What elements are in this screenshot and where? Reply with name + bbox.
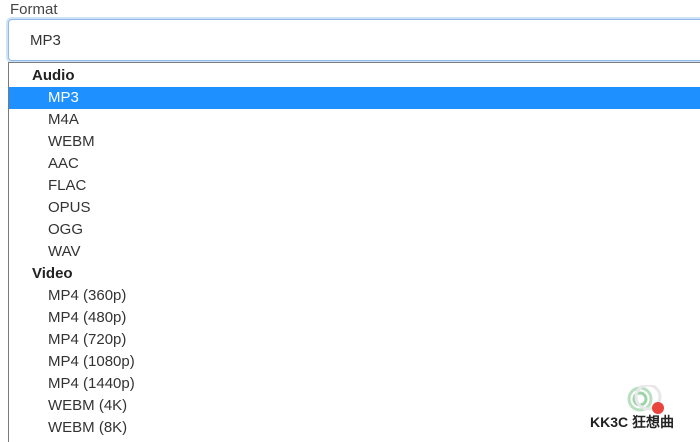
format-label: Format: [10, 1, 58, 18]
format-select[interactable]: MP3: [8, 19, 700, 61]
format-option[interactable]: WAV: [9, 241, 700, 263]
format-option[interactable]: MP4 (720p): [9, 329, 700, 351]
format-option[interactable]: FLAC: [9, 175, 700, 197]
format-option[interactable]: OGG: [9, 219, 700, 241]
format-option[interactable]: M4A: [9, 109, 700, 131]
format-option[interactable]: OPUS: [9, 197, 700, 219]
format-option[interactable]: MP4 (360p): [9, 285, 700, 307]
format-option[interactable]: AAC: [9, 153, 700, 175]
optgroup-label-audio: Audio: [32, 67, 75, 84]
optgroup-label-video: Video: [32, 265, 73, 282]
watermark-text: KK3C 狂想曲: [590, 414, 675, 430]
format-select-screen: Format MP3 Audio MP3 M4A WEBM AAC FLAC OPUS OGG…: [0, 0, 700, 442]
kk3c-watermark: KK3C 狂想曲: [588, 383, 688, 435]
format-option[interactable]: MP3: [9, 87, 700, 109]
format-option[interactable]: WEBM: [9, 131, 700, 153]
format-select-value: MP3: [30, 32, 61, 49]
option-list: Audio MP3 M4A WEBM AAC FLAC OPUS OGG WAV Video MP4…: [9, 65, 700, 439]
format-option[interactable]: MP4 (480p): [9, 307, 700, 329]
format-option[interactable]: MP4 (1080p): [9, 351, 700, 373]
